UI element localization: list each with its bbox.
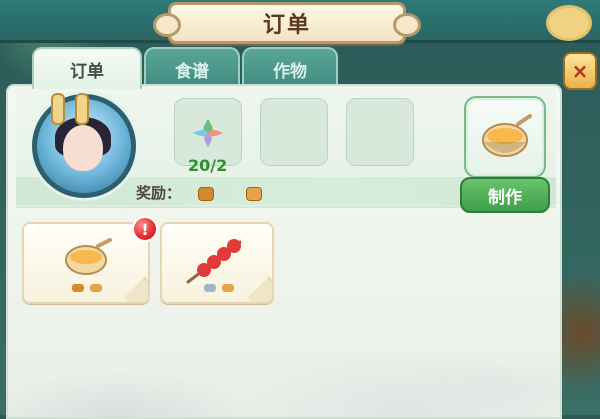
close-button[interactable]: × (563, 52, 597, 90)
reward-item-icon (246, 187, 262, 201)
tab-orders[interactable]: 订单 (32, 47, 142, 89)
tab-label: 作物 (273, 61, 307, 82)
bunny-ear-icon (51, 93, 65, 125)
order-card-soup[interactable] (22, 222, 150, 304)
candied-hawthorn-skewer-icon (186, 239, 242, 292)
order-card-skewer[interactable] (160, 222, 274, 304)
make-button-label: 制作 (488, 187, 522, 208)
customer-avatar (32, 93, 136, 198)
page-title: 订单 (262, 13, 311, 38)
tab-crops[interactable]: 作物 (242, 47, 338, 89)
make-button[interactable]: 制作 (460, 177, 550, 213)
bunny-ear-icon (75, 93, 89, 125)
cloud-ornament-icon (546, 5, 592, 41)
exclamation-icon: ! (141, 219, 149, 239)
close-icon: × (571, 59, 589, 83)
soup-bowl-icon (65, 238, 112, 292)
reward-label: 奖励： (136, 184, 182, 202)
dish-preview[interactable] (464, 96, 546, 178)
title-plaque: 订单 (153, 2, 421, 44)
tab-recipes[interactable]: 食谱 (144, 47, 240, 89)
avatar-face (63, 125, 103, 171)
reward-item-icon (198, 187, 214, 201)
ingredient-slot-empty[interactable] (260, 98, 328, 166)
order-detail-strip: 20/2 制作 奖励： (16, 86, 556, 213)
ingredient-count: 20/2 (188, 156, 228, 175)
orders-panel: 20/2 制作 奖励： ! (6, 84, 562, 419)
soup-bowl-icon (482, 114, 532, 157)
tab-label: 食谱 (175, 61, 209, 82)
top-banner: 订单 (0, 0, 600, 44)
tab-label: 订单 (70, 61, 104, 82)
alert-badge: ! (132, 216, 158, 242)
ingredient-slot-empty[interactable] (346, 98, 414, 166)
